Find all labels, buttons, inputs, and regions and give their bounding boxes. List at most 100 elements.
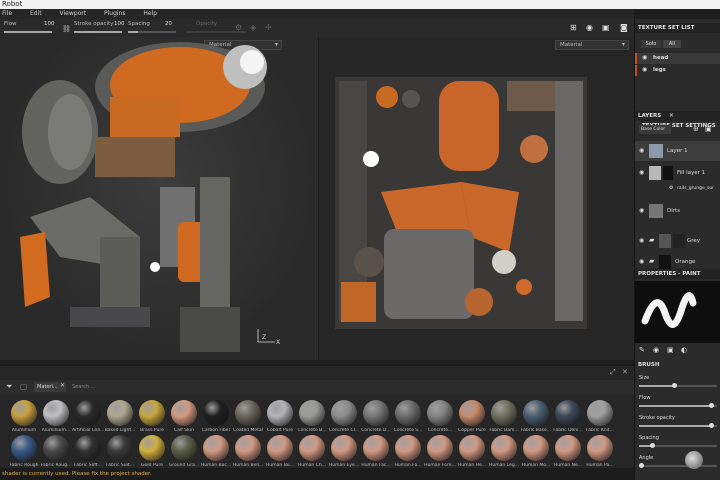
alpha-icon[interactable]: ◉	[653, 346, 659, 354]
material-thumbnail[interactable]	[139, 400, 165, 426]
material-thumbnail[interactable]	[235, 435, 261, 461]
material-thumbnail[interactable]	[459, 400, 485, 426]
material-thumbnail[interactable]	[267, 435, 293, 461]
material-thumbnail[interactable]	[107, 435, 133, 461]
material-thumbnail[interactable]	[107, 400, 133, 426]
blend-channel-select[interactable]: Base Color	[639, 125, 671, 134]
menu-file[interactable]: File	[2, 10, 12, 17]
material-thumbnail[interactable]	[395, 435, 421, 461]
material-thumbnail[interactable]	[363, 435, 389, 461]
brush-field-slider[interactable]	[639, 443, 717, 448]
tab-solo[interactable]: Solo	[641, 40, 661, 48]
texture-set-item-head[interactable]: ◉ head	[635, 53, 720, 64]
render-icon[interactable]: ▣	[602, 23, 610, 32]
menu-edit[interactable]: Edit	[30, 10, 42, 17]
brush-icon[interactable]: ✎	[639, 346, 645, 354]
material-thumbnail[interactable]	[43, 435, 69, 461]
material-thumbnail[interactable]	[523, 400, 549, 426]
link-icon[interactable]: ⛓	[62, 25, 71, 33]
maximize-icon[interactable]: ⤢	[610, 368, 616, 377]
viewport-2d[interactable]: Material	[318, 37, 634, 360]
shelf-search-input[interactable]: Search...	[70, 382, 210, 392]
menu-help[interactable]: Help	[143, 10, 157, 17]
material-icon[interactable]: ◐	[681, 346, 687, 354]
material-thumbnail[interactable]	[587, 435, 613, 461]
visibility-eye-icon[interactable]: ◉	[639, 207, 644, 214]
stroke-opacity-slider[interactable]	[74, 31, 122, 33]
add-mask-icon[interactable]: ▣	[705, 125, 712, 133]
visibility-eye-icon[interactable]: ◉	[642, 54, 647, 61]
menu-viewport[interactable]: Viewport	[60, 10, 87, 17]
viewport-3d[interactable]: Material Z X	[0, 37, 318, 360]
material-thumbnail[interactable]	[11, 435, 37, 461]
flow-value[interactable]: 100	[44, 21, 55, 27]
material-thumbnail[interactable]	[43, 400, 69, 426]
material-thumbnail[interactable]	[459, 435, 485, 461]
menu-plugins[interactable]: Plugins	[104, 10, 126, 17]
folder-icon[interactable]: ▢	[20, 382, 28, 391]
visibility-eye-icon[interactable]: ◉	[642, 66, 647, 73]
material-thumbnail[interactable]	[299, 400, 325, 426]
close-icon[interactable]: ✕	[669, 113, 674, 119]
material-thumbnail[interactable]	[331, 400, 357, 426]
material-thumbnail[interactable]	[555, 400, 581, 426]
brush-field-slider[interactable]	[639, 403, 717, 408]
visibility-eye-icon[interactable]: ◉	[639, 147, 644, 154]
tab-layers[interactable]: LAYERS	[638, 113, 661, 119]
effect-row[interactable]: ⚙ rails_grunge_sur	[635, 183, 720, 195]
flow-label: Flow	[4, 21, 17, 27]
spacing-slider[interactable]	[128, 31, 176, 33]
lazy-mouse-icon[interactable]: ✢	[265, 23, 272, 32]
visibility-eye-icon[interactable]: ◉	[639, 237, 644, 244]
folder-icon: ▰	[649, 257, 655, 265]
spacing-value[interactable]: 20	[165, 21, 172, 27]
layer-row[interactable]: ◉ Fill layer 1	[635, 163, 720, 183]
tab-all[interactable]: All	[663, 40, 681, 48]
close-icon[interactable]: ✕	[622, 368, 628, 376]
material-thumbnail[interactable]	[235, 400, 261, 426]
brush-field-slider[interactable]	[639, 383, 717, 388]
visibility-eye-icon[interactable]: ◉	[639, 258, 644, 265]
flow-slider[interactable]	[4, 31, 52, 33]
material-thumbnail[interactable]	[203, 435, 229, 461]
material-thumbnail[interactable]	[171, 435, 197, 461]
folder-row[interactable]: ◉ ▰ Grey	[635, 231, 720, 251]
material-thumbnail[interactable]	[299, 435, 325, 461]
brush-field-slider[interactable]	[639, 423, 717, 428]
settings-icon[interactable]: ⚙	[235, 23, 242, 32]
material-thumbnail[interactable]	[171, 400, 197, 426]
display-settings-icon[interactable]: ⊞	[570, 23, 577, 32]
screenshot-icon[interactable]: ◙	[620, 23, 628, 32]
material-thumbnail[interactable]	[75, 400, 101, 426]
angle-dial[interactable]	[685, 451, 703, 469]
material-thumbnail[interactable]	[395, 400, 421, 426]
visibility-eye-icon[interactable]: ◉	[639, 169, 644, 176]
stencil-icon[interactable]: ▣	[667, 346, 674, 354]
material-thumbnail[interactable]	[11, 400, 37, 426]
material-thumbnail[interactable]	[363, 400, 389, 426]
uv-texture-map	[335, 77, 587, 329]
filter-icon[interactable]: ⏷	[6, 382, 12, 392]
add-layer-icon[interactable]: ⊕	[693, 125, 699, 133]
material-thumbnail[interactable]	[491, 435, 517, 461]
material-thumbnail[interactable]	[139, 435, 165, 461]
camera-icon[interactable]: ◉	[586, 23, 593, 32]
material-thumbnail[interactable]	[555, 435, 581, 461]
texture-set-item-legs[interactable]: ◉ legs	[635, 65, 720, 76]
close-icon[interactable]: ✕	[60, 382, 65, 389]
texture-set-tabs: Solo All	[635, 39, 720, 49]
material-thumbnail[interactable]	[427, 435, 453, 461]
material-thumbnail[interactable]	[491, 400, 517, 426]
brush-field-slider[interactable]	[639, 463, 717, 468]
layer-row[interactable]: ◉ Dirts	[635, 201, 720, 221]
symmetry-icon[interactable]: ◈	[250, 23, 256, 32]
material-thumbnail[interactable]	[75, 435, 101, 461]
material-thumbnail[interactable]	[267, 400, 293, 426]
material-thumbnail[interactable]	[331, 435, 357, 461]
material-thumbnail[interactable]	[587, 400, 613, 426]
material-thumbnail[interactable]	[203, 400, 229, 426]
layer-row[interactable]: ◉ Layer 1	[635, 141, 720, 161]
stroke-opacity-value[interactable]: 100	[114, 21, 125, 27]
material-thumbnail[interactable]	[427, 400, 453, 426]
material-thumbnail[interactable]	[523, 435, 549, 461]
